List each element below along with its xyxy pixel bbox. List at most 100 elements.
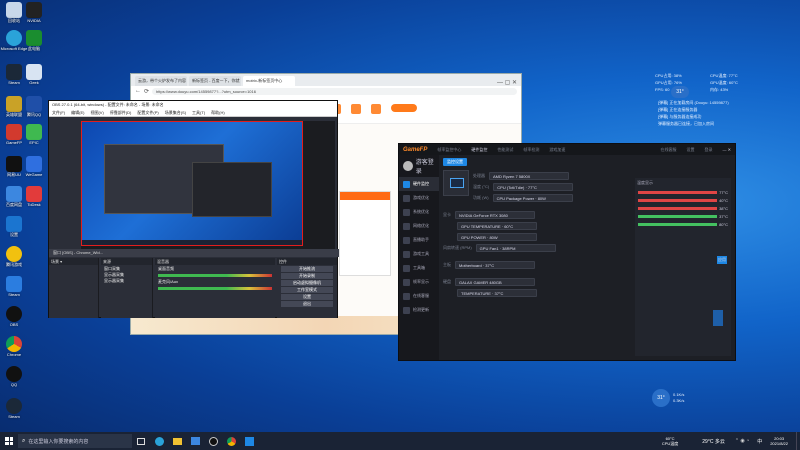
desktop-icon-qq[interactable]: 腾讯QQ: [22, 96, 46, 120]
menu-item[interactable]: 场景集合(S): [165, 110, 186, 115]
mixer-channel-label: 麦克风/Aux: [158, 279, 179, 284]
section-title: 监控设置: [443, 158, 467, 166]
avatar[interactable]: [403, 161, 413, 171]
nvidia-icon: [26, 2, 42, 18]
source-item[interactable]: 显示器采集: [104, 278, 149, 284]
gamefp-taskbar-icon[interactable]: [242, 434, 256, 448]
nav-button[interactable]: [391, 104, 417, 112]
gamefp-sidebar: 游客登录 硬件监控 游戏优化 系统优化 网络优化 直播助手 游戏工具 工具箱 帧…: [399, 155, 439, 360]
desktop-icon-chrome[interactable]: Chrome: [2, 336, 26, 360]
browser-tab[interactable]: 新标签页 - 百度一下，你就: [189, 76, 241, 86]
edge-taskbar-icon[interactable]: [152, 434, 166, 448]
geek-icon: [26, 64, 42, 80]
user-label[interactable]: 游客登录: [416, 157, 439, 175]
top-tab[interactable]: 硬件监控: [471, 147, 487, 153]
chrome-taskbar-icon[interactable]: [224, 434, 238, 448]
sidebar-item-toolbox[interactable]: 工具箱: [399, 261, 439, 275]
menu-item[interactable]: 停靠部件(D): [110, 110, 132, 115]
window-controls-icon[interactable]: — ✕: [723, 147, 731, 152]
obs-source-toolbar[interactable]: 窗口 [OBS] - Chrome_Wid...: [49, 249, 339, 257]
desktop-icon-epic[interactable]: EPIC: [22, 124, 46, 148]
menu-item[interactable]: 配置文件(P): [137, 110, 158, 115]
sidebar-item-update[interactable]: 检测更新: [399, 303, 439, 317]
top-tab[interactable]: 游戏加速: [549, 147, 565, 153]
toolbox-icon: [403, 264, 410, 272]
floating-temp-badge[interactable]: 31°: [652, 389, 670, 407]
window-controls-icon[interactable]: — ▢ ✕: [493, 79, 521, 86]
cpu-select[interactable]: AMD Ryzen 7 5800X: [489, 171, 569, 180]
settings-button[interactable]: 设置: [687, 147, 695, 153]
browser-tab[interactable]: motrix-新标签页中心: [243, 76, 295, 86]
taskbar-search[interactable]: ⌕ 在这里输入你要搜索的内容: [18, 434, 132, 448]
sidebar-item-game-opt[interactable]: 游戏优化: [399, 191, 439, 205]
tray-cpu-temp[interactable]: 60°C CPU温度: [662, 436, 678, 446]
menu-item[interactable]: 编辑(E): [71, 110, 84, 115]
exit-button[interactable]: 退出: [281, 301, 333, 307]
gpu-power-select[interactable]: GPU POWER · 80W: [457, 232, 537, 241]
sidebar-item-system-opt[interactable]: 系统优化: [399, 205, 439, 219]
temp-bar: [638, 199, 718, 202]
sidebar-item-live[interactable]: 直播助手: [399, 233, 439, 247]
task-view-icon[interactable]: [134, 434, 148, 448]
browser-tab[interactable]: 云游，带个火炉发布了内容: [135, 76, 187, 86]
sources-panel: 来源 窗口采集 显示器采集 显示器采集: [101, 258, 153, 318]
weather[interactable]: 29°C 多云: [702, 438, 725, 445]
top-tab[interactable]: 帧率检测: [523, 147, 539, 153]
address-bar[interactable]: https://www.douyu.com/14559877?...?utm_s…: [152, 87, 517, 95]
gpu-fan-select[interactable]: GPU Fan1 · 38RPM: [475, 243, 556, 252]
help-button[interactable]: 在线客服: [661, 147, 677, 153]
danmaku-log: [弹幕] 正在加载房间 (Douyu: 14559877) [弹幕] 正在连接服…: [658, 99, 729, 127]
nav-icon[interactable]: [371, 104, 381, 114]
obs-taskbar-icon[interactable]: [206, 434, 220, 448]
gpu-select[interactable]: NVIDIA GeForce RTX 3080: [455, 210, 535, 219]
store-taskbar-icon[interactable]: [188, 434, 202, 448]
disk-temp-select[interactable]: TEMPERATURE · 37°C: [457, 288, 537, 297]
menu-item[interactable]: 文件(F): [52, 110, 65, 115]
desktop-icon-wegame[interactable]: WeGame: [22, 156, 46, 180]
explorer-taskbar-icon[interactable]: [170, 434, 184, 448]
back-icon[interactable]: ←: [135, 88, 141, 94]
menu-item[interactable]: 工具(T): [192, 110, 205, 115]
desktop-icon-qq2[interactable]: QQ: [2, 366, 26, 390]
login-button[interactable]: 登录: [705, 147, 713, 153]
studio-mode-button[interactable]: 工作室模式: [281, 287, 333, 293]
tray-icons[interactable]: ⌃ ◉ ◔: [735, 438, 749, 444]
desktop-icon-this-pc[interactable]: 此电脑: [22, 30, 46, 54]
sidebar-item-support[interactable]: 在线客服: [399, 289, 439, 303]
show-desktop-button[interactable]: [796, 432, 800, 450]
settings-button[interactable]: 设置: [281, 294, 333, 300]
virtual-camera-button[interactable]: 启动虚拟摄像机: [281, 280, 333, 286]
sidebar-item-network[interactable]: 网络优化: [399, 219, 439, 233]
mb-temp-select[interactable]: Motherboard · 37°C: [455, 260, 535, 269]
start-button[interactable]: [2, 434, 16, 448]
cpu-temp-select[interactable]: CPU (Tctl/Tdie) · 77°C: [493, 182, 574, 191]
desktop-icon-geek[interactable]: Geek: [22, 64, 46, 88]
system-icon: [403, 208, 410, 216]
refresh-icon[interactable]: ⟳: [144, 88, 149, 95]
desktop-icon-obs[interactable]: OBS: [2, 306, 26, 330]
apply-button[interactable]: 应用: [717, 256, 727, 264]
cpu-power-select[interactable]: CPU Package Power · 80W: [492, 193, 573, 202]
nav-icon[interactable]: [351, 104, 361, 114]
desktop-icon-steam2[interactable]: Steam: [2, 276, 26, 300]
desktop-icon-settings[interactable]: 设置: [2, 216, 26, 240]
sidebar-item-tools[interactable]: 游戏工具: [399, 247, 439, 261]
clock[interactable]: 20:03 2021/8/22: [770, 436, 788, 446]
obs-preview[interactable]: [81, 121, 335, 249]
desktop-icon-steam3[interactable]: Steam: [2, 398, 26, 422]
desktop-icon-nvidia[interactable]: NVIDIA: [22, 2, 46, 26]
desktop-icon-todesk[interactable]: ToDesk: [22, 186, 46, 210]
fan-label: 风扇转速 (RPM): [443, 244, 472, 250]
disk-select[interactable]: GALAX GAMER 480GB: [455, 277, 535, 286]
menu-item[interactable]: 视图(V): [90, 110, 103, 115]
browser-address-row: ← ⟳ https://www.douyu.com/14559877?...?u…: [131, 86, 521, 96]
desktop-icon-tencent[interactable]: 腾讯游戏: [2, 246, 26, 270]
start-stream-button[interactable]: 开始推流: [281, 266, 333, 272]
start-record-button[interactable]: 开始录制: [281, 273, 333, 279]
sidebar-item-hardware[interactable]: 硬件监控: [399, 177, 439, 191]
ime-indicator[interactable]: 中: [757, 438, 762, 445]
sidebar-item-fps[interactable]: 帧率显示: [399, 275, 439, 289]
gpu-temp-select[interactable]: GPU TEMPERATURE · 60°C: [457, 221, 537, 230]
menu-item[interactable]: 帮助(H): [211, 110, 225, 115]
top-tab[interactable]: 性能测试: [497, 147, 513, 153]
